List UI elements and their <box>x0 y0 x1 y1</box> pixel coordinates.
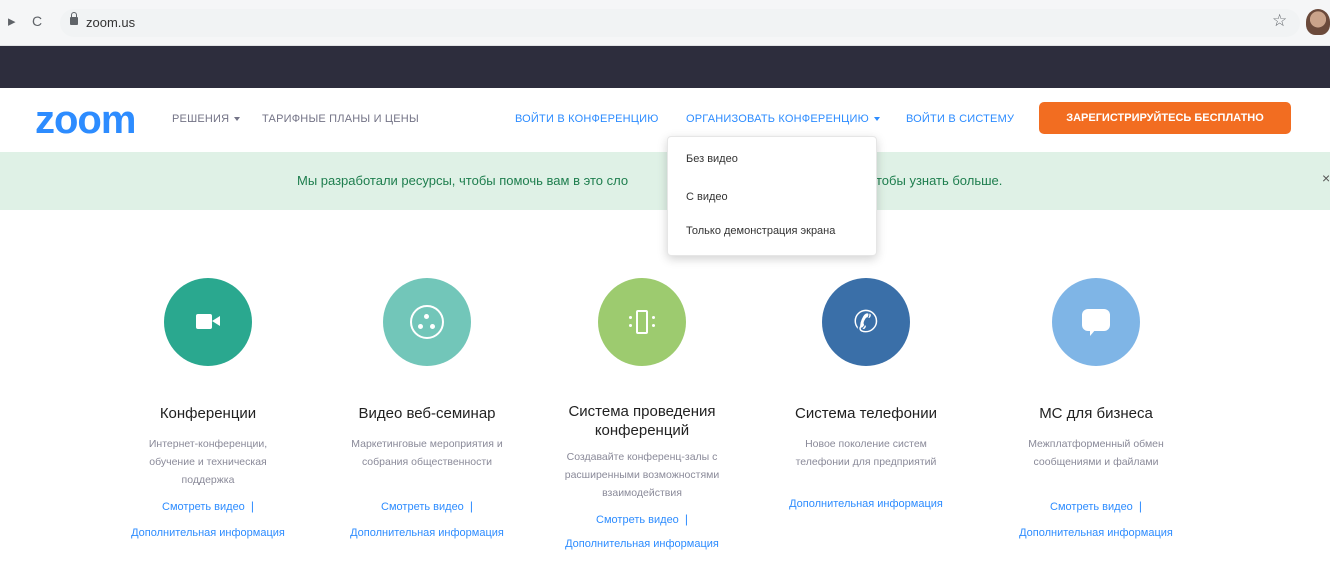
site-header: zoom РЕШЕНИЯ ТАРИФНЫЕ ПЛАНЫ И ЦЕНЫ ВОЙТИ… <box>0 88 1330 152</box>
desc-line: Новое поколение систем <box>805 438 927 450</box>
host-meeting-dropdown: Без видео С видео Только демонстрация эк… <box>667 136 877 256</box>
nav-join-meeting[interactable]: ВОЙТИ В КОНФЕРЕНЦИЮ <box>515 113 659 125</box>
link-separator: | <box>684 512 688 526</box>
nav-host-label: ОРГАНИЗОВАТЬ КОНФЕРЕНЦИЮ <box>686 113 869 125</box>
product-links: Смотреть видео | <box>542 510 742 529</box>
room-dot <box>629 316 632 319</box>
address-bar[interactable]: zoom.us <box>60 9 1300 37</box>
desc-line: телефонии для предприятий <box>795 456 937 468</box>
chat-bubble-icon <box>1082 309 1110 331</box>
menu-item-no-video[interactable]: Без видео <box>686 153 738 165</box>
desc-line: обучение и техническая <box>149 456 267 468</box>
desc-line: расширенными возможностями <box>564 469 720 481</box>
desc-line: сообщениями и файлами <box>1033 456 1159 468</box>
more-info-link[interactable]: Дополнительная информация <box>565 538 719 550</box>
banner-text-left: Мы разработали ресурсы, чтобы помочь вам… <box>297 173 629 188</box>
product-icon-circle[interactable] <box>1052 278 1140 366</box>
nav-sign-in[interactable]: ВОЙТИ В СИСТЕМУ <box>906 113 1014 125</box>
menu-item-screen-share-only[interactable]: Только демонстрация экрана <box>686 225 835 237</box>
product-icon-circle[interactable] <box>383 278 471 366</box>
nav-host-meeting[interactable]: ОРГАНИЗОВАТЬ КОНФЕРЕНЦИЮ <box>686 113 880 125</box>
more-info-link[interactable]: Дополнительная информация <box>131 527 285 539</box>
desc-line: Создавайте конференц-залы с <box>566 451 718 463</box>
desc-line: Маркетинговые мероприятия и <box>351 438 503 450</box>
close-icon[interactable]: × <box>1322 170 1330 186</box>
zoom-logo[interactable]: zoom <box>35 98 136 143</box>
menu-item-with-video[interactable]: С видео <box>686 191 728 203</box>
product-links: Смотреть видео | <box>108 497 308 516</box>
product-description: Новое поколение систем телефонии для пре… <box>766 435 966 471</box>
nav-solutions[interactable]: РЕШЕНИЯ <box>172 113 241 125</box>
info-banner: Мы разработали ресурсы, чтобы помочь вам… <box>0 152 1330 210</box>
conference-room-icon <box>636 310 648 334</box>
product-phone-system: ✆ Система телефонии Новое поколение сист… <box>766 278 966 513</box>
title-line: Система проведения <box>568 403 716 420</box>
room-dot <box>652 324 655 327</box>
lock-icon <box>70 12 78 25</box>
title-line: конференций <box>594 422 690 439</box>
caret-down-icon <box>234 117 241 122</box>
url-text: zoom.us <box>86 15 136 30</box>
watch-video-link[interactable]: Смотреть видео <box>1050 501 1133 513</box>
desc-line: взаимодействия <box>602 487 682 499</box>
watch-video-link[interactable]: Смотреть видео <box>381 501 464 513</box>
more-info-link[interactable]: Дополнительная информация <box>1019 527 1173 539</box>
top-dark-strip <box>0 46 1330 88</box>
desc-line: Межплатформенный обмен <box>1028 438 1164 450</box>
nav-solutions-label: РЕШЕНИЯ <box>172 113 230 125</box>
product-description: Маркетинговые мероприятия и собрания общ… <box>327 435 527 471</box>
desc-line: собрания общественности <box>361 456 493 468</box>
more-info-link[interactable]: Дополнительная информация <box>789 498 943 510</box>
room-dot <box>629 324 632 327</box>
product-icon-circle[interactable]: ✆ <box>822 278 910 366</box>
banner-link[interactable]: тобы узнать больше. <box>876 173 1002 188</box>
product-icon-circle[interactable] <box>598 278 686 366</box>
link-separator: | <box>250 499 254 513</box>
product-title: Система телефонии <box>795 405 937 422</box>
product-title: МС для бизнеса <box>1039 405 1153 422</box>
reload-icon[interactable]: C <box>32 13 42 29</box>
video-camera-icon <box>196 314 212 329</box>
webinar-dot <box>430 324 435 329</box>
signup-button[interactable]: ЗАРЕГИСТРИРУЙТЕСЬ БЕСПЛАТНО <box>1039 102 1291 134</box>
product-title: Конференции <box>159 405 257 422</box>
browser-toolbar: ▸ C zoom.us ☆ <box>0 0 1330 46</box>
product-links: Смотреть видео | <box>996 497 1196 516</box>
desc-line: поддержка <box>181 474 235 486</box>
product-webinar: Видео веб-семинар Маркетинговые мероприя… <box>327 278 527 542</box>
webinar-dot <box>418 324 423 329</box>
room-dot <box>652 316 655 319</box>
watch-video-link[interactable]: Смотреть видео <box>162 501 245 513</box>
product-title: Видео веб-семинар <box>358 405 496 422</box>
forward-icon[interactable]: ▸ <box>8 12 16 30</box>
bookmark-star-icon[interactable]: ☆ <box>1272 11 1287 31</box>
webinar-icon <box>410 305 444 339</box>
product-description: Создавайте конференц-залы с расширенными… <box>542 448 742 502</box>
product-conference-rooms: Система проведения конференций Создавайт… <box>542 278 742 553</box>
profile-avatar[interactable] <box>1306 9 1330 35</box>
nav-plans[interactable]: ТАРИФНЫЕ ПЛАНЫ И ЦЕНЫ <box>262 113 419 125</box>
link-separator: | <box>469 499 473 513</box>
product-icon-circle[interactable] <box>164 278 252 366</box>
link-separator: | <box>1138 499 1142 513</box>
product-description: Межплатформенный обмен сообщениями и фай… <box>996 435 1196 471</box>
webinar-dot <box>424 314 429 319</box>
product-links: Смотреть видео | <box>327 497 527 516</box>
video-camera-lens <box>212 316 220 326</box>
product-business-messaging: МС для бизнеса Межплатформенный обмен со… <box>996 278 1196 542</box>
phone-icon: ✆ <box>853 305 879 340</box>
chat-bubble-tail <box>1090 329 1096 336</box>
product-meetings: Конференции Интернет-конференции, обучен… <box>108 278 308 542</box>
product-description: Интернет-конференции, обучение и техниче… <box>108 435 308 489</box>
caret-down-icon <box>873 117 880 122</box>
more-info-link[interactable]: Дополнительная информация <box>350 527 504 539</box>
desc-line: Интернет-конференции, <box>148 438 268 450</box>
watch-video-link[interactable]: Смотреть видео <box>596 514 679 526</box>
product-title: Система проведения конференций <box>542 402 742 440</box>
